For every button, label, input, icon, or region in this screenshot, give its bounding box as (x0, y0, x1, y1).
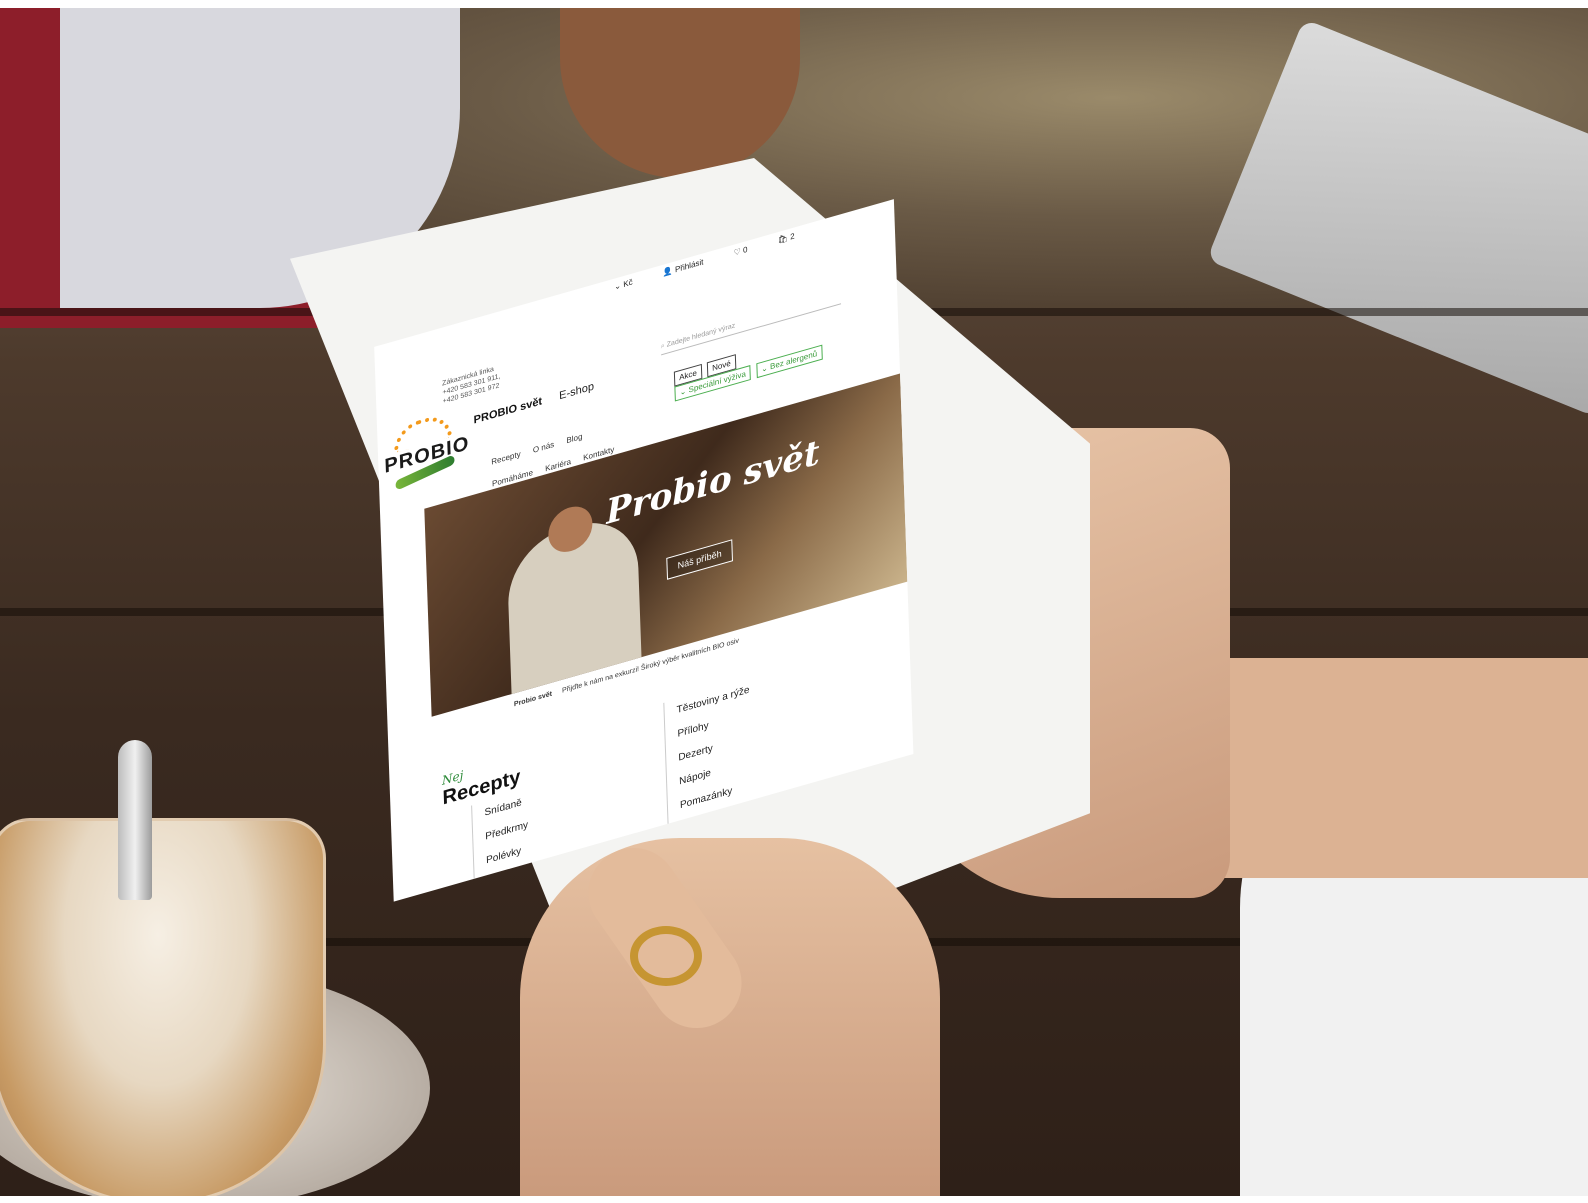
wishlist-link[interactable]: ♡ 0 (733, 241, 761, 258)
currency-selector[interactable]: ⌄ Kč (614, 273, 647, 291)
photo-background: ⌄ Kč 👤 Přihlásit ♡ 0 🛍 2 Zákaznická link… (0, 8, 1588, 1196)
currency-label: Kč (623, 277, 633, 290)
login-label: Přihlásit (674, 257, 704, 275)
menu-item[interactable]: Blog (566, 432, 582, 445)
hero-title: Probio svět (605, 432, 821, 533)
search-placeholder: Zadejte hledaný výraz (666, 322, 736, 349)
recipe-category[interactable]: Hlavní jídla (487, 883, 538, 902)
nav-eshop[interactable]: E-shop (559, 381, 594, 403)
hero-caption-bold: Probio svět (513, 690, 553, 709)
wishlist-count: 0 (742, 244, 748, 255)
probio-logo[interactable]: PROBIO (383, 408, 470, 491)
gold-ring (630, 926, 702, 986)
tag-button[interactable]: ⌄ Bez alergenů (755, 344, 823, 379)
cart-link[interactable]: 🛍 2 (778, 227, 809, 245)
menu-item[interactable]: O nás (533, 440, 555, 455)
login-link[interactable]: 👤 Přihlásit (663, 253, 718, 277)
topbar: ⌄ Kč 👤 Přihlásit ♡ 0 🛍 2 (614, 223, 823, 291)
nav-probio-world[interactable]: PROBIO svět (473, 395, 542, 426)
menu-item[interactable]: Recepty (491, 449, 521, 466)
hero-button[interactable]: Náš příběh (666, 539, 734, 580)
recipes-column-left: Snídaně Předkrmy Polévky Saláty Hlavní j… (471, 787, 539, 902)
search-icon: ⌕ (660, 342, 665, 351)
coffee-cup (0, 818, 326, 1196)
cart-count: 2 (789, 231, 795, 242)
tag-label: Bez alergenů (769, 349, 818, 372)
hotline: Zákaznická linka +420 583 301 911, +420 … (442, 363, 501, 406)
spoon (118, 740, 152, 900)
pointing-hand (520, 838, 940, 1196)
